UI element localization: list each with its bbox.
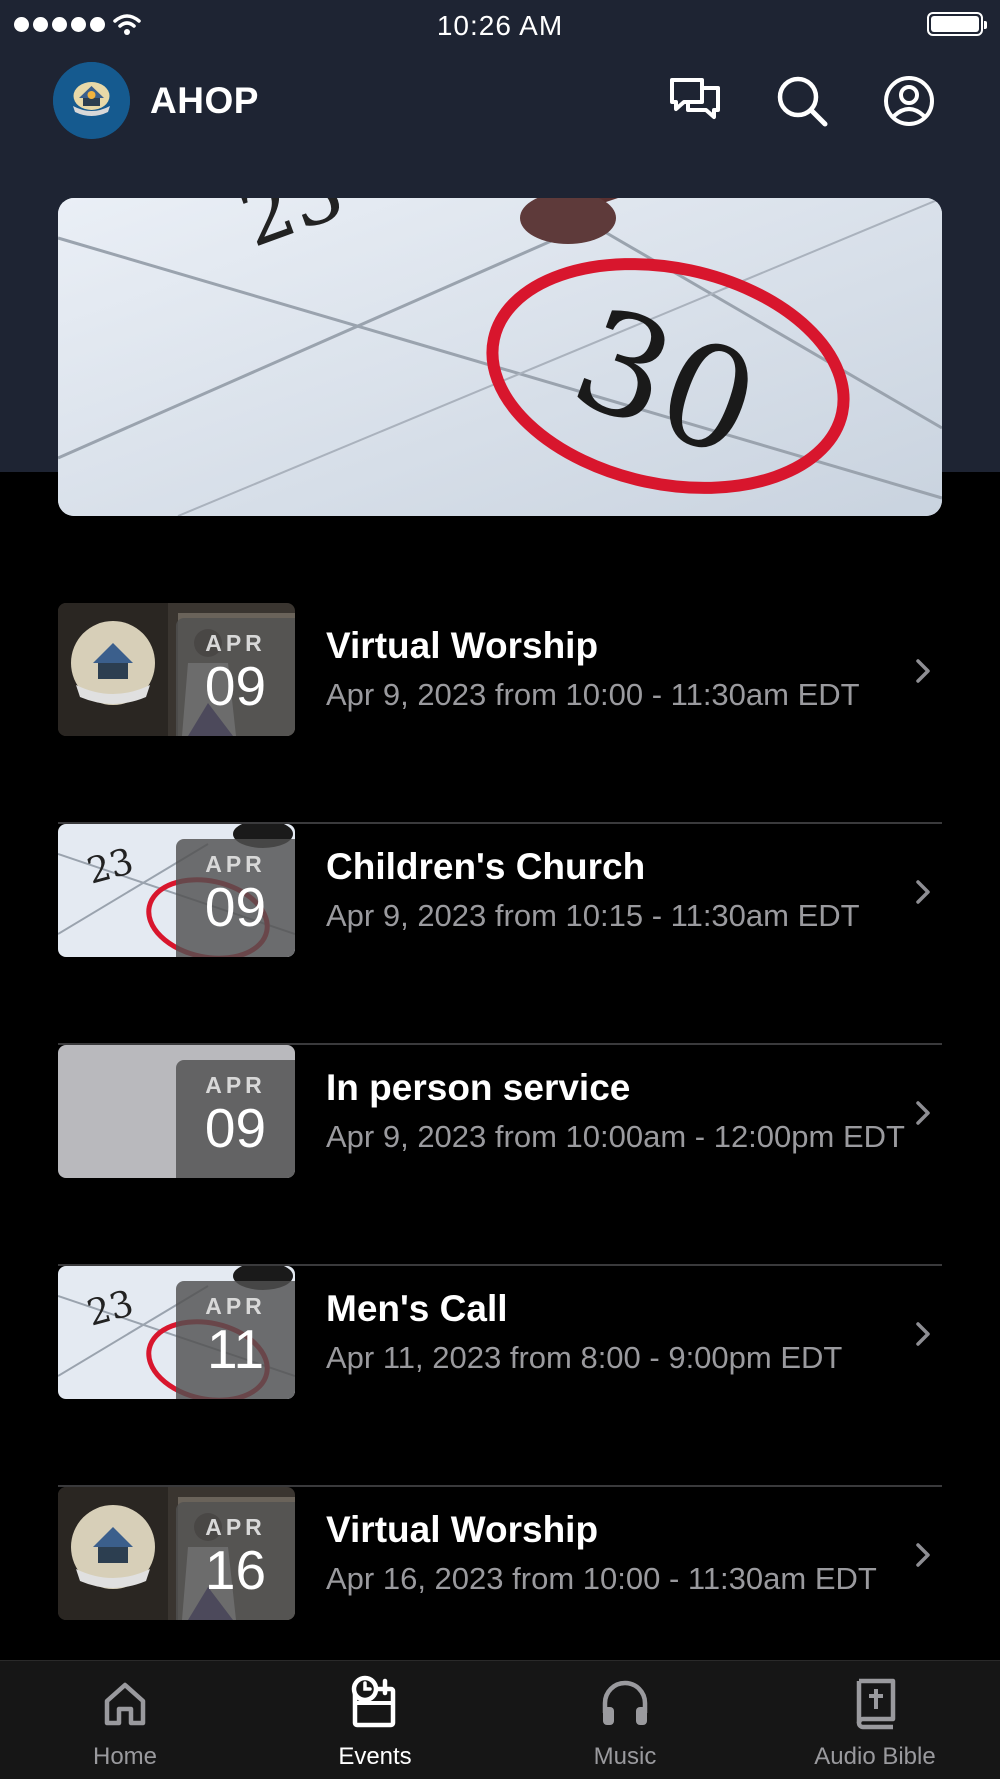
event-day: 16 xyxy=(204,1539,267,1601)
event-month: APR xyxy=(205,630,266,656)
event-thumbnail: 23 APR 11 xyxy=(58,1266,295,1399)
tab-music[interactable]: Music xyxy=(500,1661,750,1779)
event-thumbnail: 23 APR 09 xyxy=(58,824,295,957)
date-badge: APR 09 xyxy=(176,1060,295,1178)
chevron-right-icon xyxy=(916,1322,930,1346)
event-title: Children's Church xyxy=(326,846,646,887)
tab-events[interactable]: Events xyxy=(250,1661,500,1779)
tab-bar: Home Events Music Audio Bible xyxy=(0,1660,1000,1779)
church-logo[interactable] xyxy=(53,62,130,139)
event-row[interactable]: APR 09 Virtual Worship Apr 9, 2023 from … xyxy=(58,603,942,824)
home-icon xyxy=(104,1682,146,1726)
event-month: APR xyxy=(205,851,266,877)
chevron-right-icon xyxy=(916,880,930,904)
event-datetime: Apr 9, 2023 from 10:00 - 11:30am EDT xyxy=(326,677,860,712)
event-list: APR 09 Virtual Worship Apr 9, 2023 from … xyxy=(58,603,942,1708)
tab-home[interactable]: Home xyxy=(0,1661,250,1779)
headphones-icon xyxy=(602,1680,648,1725)
chat-icon xyxy=(670,78,720,119)
event-month: APR xyxy=(205,1514,266,1540)
status-bar: 10:26 AM xyxy=(0,0,1000,50)
event-row[interactable]: 23 APR 11 Men's Call Apr 11, 2023 from 8… xyxy=(58,1266,942,1487)
event-title: Men's Call xyxy=(326,1288,508,1329)
app-title: AHOP xyxy=(150,80,259,121)
event-datetime: Apr 16, 2023 from 10:00 - 11:30am EDT xyxy=(326,1561,877,1596)
chevron-right-icon xyxy=(916,1543,930,1567)
tab-audio-bible[interactable]: Audio Bible xyxy=(750,1661,1000,1779)
profile-icon xyxy=(884,76,934,126)
tab-label: Home xyxy=(92,1743,158,1770)
tab-label: Music xyxy=(593,1743,657,1770)
date-badge: APR 09 xyxy=(176,839,295,957)
event-day: 09 xyxy=(204,1097,267,1159)
event-day: 09 xyxy=(204,655,267,717)
date-badge: APR 16 xyxy=(176,1502,295,1620)
status-time: 10:26 AM xyxy=(436,10,564,41)
chat-button[interactable] xyxy=(668,74,722,128)
battery-icon xyxy=(927,12,987,36)
event-row[interactable]: 23 APR 09 Children's Church Apr 9, 2023 … xyxy=(58,824,942,1045)
event-thumbnail: APR 16 xyxy=(58,1487,295,1620)
bible-icon xyxy=(856,1678,896,1730)
app-header: AHOP xyxy=(0,60,1000,140)
event-day: 09 xyxy=(204,876,267,938)
profile-button[interactable] xyxy=(882,74,936,128)
date-badge: APR 11 xyxy=(176,1281,295,1399)
events-icon xyxy=(351,1675,396,1728)
event-datetime: Apr 9, 2023 from 10:00am - 12:00pm EDT xyxy=(326,1119,905,1154)
event-title: Virtual Worship xyxy=(326,625,599,666)
event-day: 11 xyxy=(206,1318,265,1380)
event-title: In person service xyxy=(326,1067,631,1108)
search-icon xyxy=(777,76,828,127)
hero-image: 23 30 xyxy=(58,198,942,516)
event-row[interactable]: APR 09 In person service Apr 9, 2023 fro… xyxy=(58,1045,942,1266)
search-button[interactable] xyxy=(775,74,829,128)
chevron-right-icon xyxy=(916,1101,930,1125)
event-datetime: Apr 11, 2023 from 8:00 - 9:00pm EDT xyxy=(326,1340,843,1375)
tab-label: Audio Bible xyxy=(814,1743,936,1770)
event-datetime: Apr 9, 2023 from 10:15 - 11:30am EDT xyxy=(326,898,860,933)
chevron-right-icon xyxy=(916,659,930,683)
event-thumbnail: APR 09 xyxy=(58,603,295,736)
tab-label: Events xyxy=(338,1743,412,1770)
event-month: APR xyxy=(205,1072,266,1098)
event-title: Virtual Worship xyxy=(326,1509,599,1550)
event-thumbnail: APR 09 xyxy=(58,1045,295,1178)
date-badge: APR 09 xyxy=(176,618,295,736)
event-month: APR xyxy=(205,1293,266,1319)
